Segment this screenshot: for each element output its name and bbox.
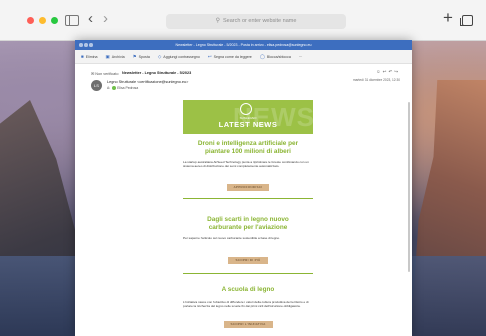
back-button[interactable]: ‹ <box>88 11 93 26</box>
newsletter: NEWS SUNLEGNO LATEST NEWS Droni e intell… <box>183 100 313 330</box>
ribbon-delete-button[interactable]: ■ Elimina <box>81 54 98 59</box>
reply-icon: ↩ <box>207 53 212 59</box>
mail-ribbon: ■ Elimina ▣ Archivia ⚑ Sposta ◇ Aggiungi con… <box>75 50 412 64</box>
sidebar-toggle-icon[interactable] <box>65 15 79 26</box>
mail-close-dot[interactable] <box>79 43 83 47</box>
article-cta-button[interactable]: SCOPRI DI PIÙ <box>228 256 268 264</box>
article-body: L'iniziativa nasce con l'obiettivo di di… <box>183 299 309 309</box>
browser-toolbar: ‹ › ⚲ Search or enter website name + <box>0 0 486 41</box>
message-actions[interactable]: ☺↩↶↪ <box>376 69 400 75</box>
ribbon-archive-button[interactable]: ▣ Archivia <box>106 54 125 60</box>
ribbon-flag-button[interactable]: ◇ Aggiungi contrassegno <box>158 54 200 60</box>
mail-title-bar: Newsletter - Legno Strutturale - 5/2023 … <box>75 40 412 50</box>
article-title: Dagli scarti in legno nuovo carburante p… <box>207 215 289 231</box>
tag-icon: ◇ <box>157 53 162 59</box>
archive-icon: ▣ <box>105 53 110 59</box>
recipient-line: A: Elisa Pedrosa <box>107 86 139 91</box>
home-icon: ■ <box>81 54 84 59</box>
article-body: La startup australiana AirSeed Technolog… <box>183 160 309 169</box>
tab-overview-icon[interactable] <box>460 15 473 26</box>
banner-title: LATEST NEWS <box>218 120 278 129</box>
address-placeholder: Search or enter website name <box>223 18 297 24</box>
article-title: A scuola di legno <box>221 285 275 293</box>
minimize-window-button[interactable] <box>39 17 46 24</box>
ribbon-move-button[interactable]: ⚑ Sposta <box>133 54 150 60</box>
newsletter-article: A scuola di legno L'iniziativa nasce con… <box>183 274 313 331</box>
sender-address[interactable]: Legno Strutturale <certificazione@sunleg… <box>107 80 188 84</box>
mail-minimize-dot[interactable] <box>84 43 88 47</box>
forward-button[interactable]: › <box>103 11 108 26</box>
article-cta-button[interactable]: APPROFONDISCI <box>226 183 270 191</box>
brand-logo-icon <box>240 103 252 115</box>
message-subject: Newsletter - Legno Strutturale - 5/2023 <box>122 71 192 75</box>
article-cta-button[interactable]: SCOPRI L'INIZIATIVA <box>223 321 273 329</box>
ribbon-more-button[interactable]: ··· <box>299 55 303 59</box>
sender-avatar: LS <box>91 80 102 91</box>
presence-icon <box>112 86 117 91</box>
article-title: Droni e intelligenza artificiale per pia… <box>197 140 299 155</box>
search-icon: ⚲ <box>215 18 221 24</box>
forward-icon[interactable]: ↪ <box>394 69 400 74</box>
newsletter-article: Droni e intelligenza artificiale per pia… <box>183 134 313 193</box>
close-window-button[interactable] <box>27 17 34 24</box>
ribbon-mark-unread-button[interactable]: ↩ Segna come da leggere <box>208 54 252 60</box>
filter-icon: ◯ <box>259 53 265 59</box>
new-tab-button[interactable]: + <box>443 9 453 26</box>
article-body: Per saperne l'articolo sul nuovo carbura… <box>183 235 280 240</box>
flag-icon: ⚑ <box>132 53 137 59</box>
zoom-window-button[interactable] <box>51 17 58 24</box>
newsletter-article: Dagli scarti in legno nuovo carburante p… <box>183 199 313 266</box>
folder-label: ✉ Non verificato <box>91 72 119 76</box>
ribbon-block-button[interactable]: ◯ Blocca/sblocca <box>260 54 291 60</box>
mail-window-title: Newsletter - Legno Strutturale - 5/2023 … <box>175 43 312 47</box>
reaction-icon[interactable]: ☺ <box>376 69 383 74</box>
mail-zoom-dot[interactable] <box>89 43 93 47</box>
mail-window: Newsletter - Legno Strutturale - 5/2023 … <box>75 40 412 336</box>
recipient-name[interactable]: Elisa Pedrosa <box>117 86 138 90</box>
message-date: martedì 31 dicembre 2023, 12:30 <box>353 78 400 82</box>
message-header: ✉ Non verificato Newsletter - Legno Stru… <box>75 64 412 100</box>
address-bar[interactable]: ⚲ Search or enter website name <box>166 14 346 29</box>
message-body: NEWS SUNLEGNO LATEST NEWS Droni e intell… <box>75 100 412 336</box>
newsletter-banner: NEWS SUNLEGNO LATEST NEWS <box>183 100 313 134</box>
